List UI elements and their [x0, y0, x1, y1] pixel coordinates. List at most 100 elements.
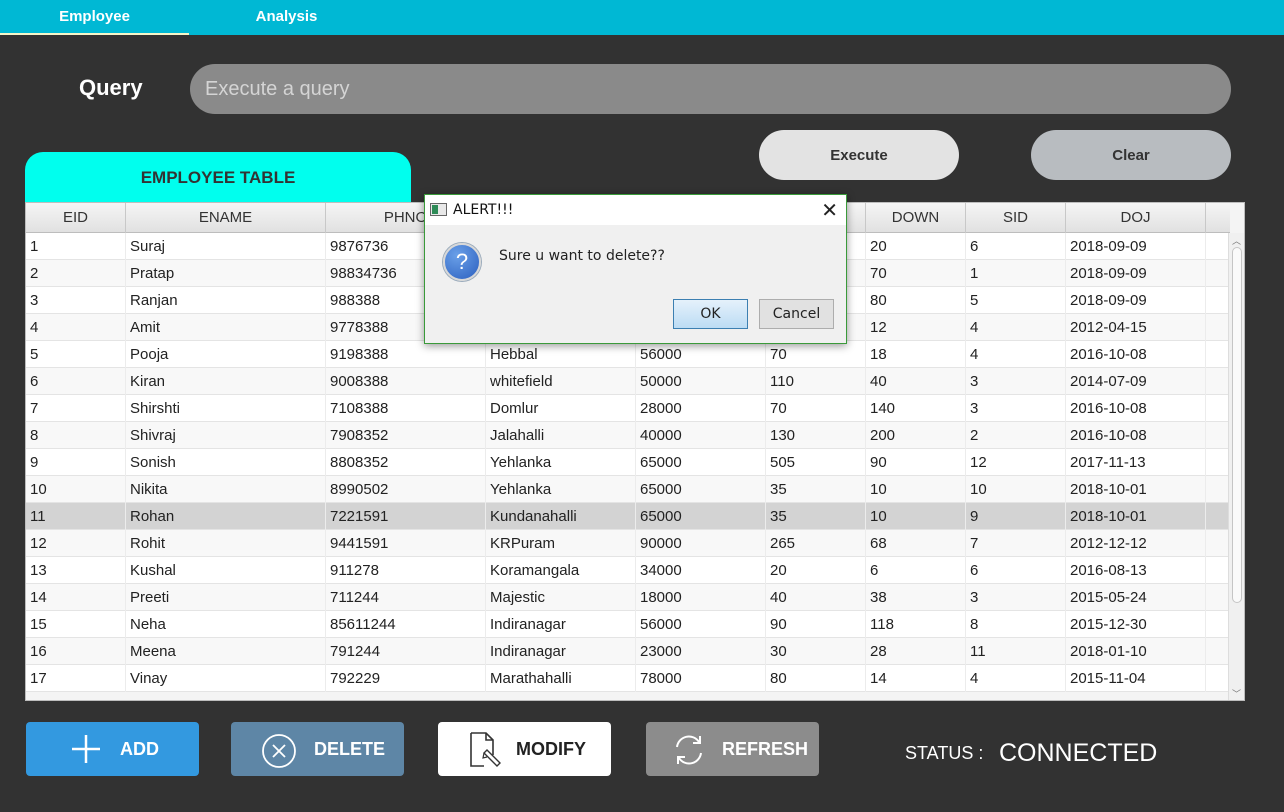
table-cell: Jalahalli [486, 422, 636, 449]
table-cell: Suraj [126, 233, 326, 260]
table-cell: 30 [766, 638, 866, 665]
table-row[interactable]: 8 Shivraj 7908352 Jalahalli 40000 130 200 2 2016… [26, 422, 1230, 449]
table-cell: 265 [766, 530, 866, 557]
table-cell: 28000 [636, 395, 766, 422]
table-cell: 2018-01-10 [1066, 638, 1206, 665]
table-cell: Amit [126, 314, 326, 341]
table-cell: 505 [766, 449, 866, 476]
table-cell: Yehlanka [486, 476, 636, 503]
close-icon[interactable]: ✕ [821, 198, 838, 222]
table-cell: 110 [766, 368, 866, 395]
table-cell: 6 [966, 233, 1066, 260]
table-cell: 4 [26, 314, 126, 341]
table-cell: 10 [966, 476, 1066, 503]
column-header[interactable]: EID [26, 203, 126, 233]
table-cell: 2016-10-08 [1066, 341, 1206, 368]
top-tab-bar: Employee Analysis [0, 0, 1284, 35]
table-cell: Yehlanka [486, 449, 636, 476]
table-row[interactable]: 15 Neha 85611244 Indiranagar 56000 90 118 8 2015… [26, 611, 1230, 638]
table-cell: 2017-11-13 [1066, 449, 1206, 476]
add-button-label: ADD [120, 739, 159, 759]
table-cell: 4 [966, 665, 1066, 692]
table-cell: 2016-10-08 [1066, 422, 1206, 449]
table-row[interactable]: 11 Rohan 7221591 Kundanahalli 65000 35 10 9 2018… [26, 503, 1230, 530]
table-row[interactable]: 16 Meena 791244 Indiranagar 23000 30 28 11 2018-… [26, 638, 1230, 665]
table-cell: 5 [966, 287, 1066, 314]
table-cell: 40 [766, 584, 866, 611]
table-cell: 2016-10-08 [1066, 395, 1206, 422]
table-cell: 2 [26, 260, 126, 287]
table-row[interactable]: 17 Vinay 792229 Marathahalli 78000 80 14 4 2015-… [26, 665, 1230, 692]
query-input[interactable] [190, 64, 1231, 114]
scrollbar-thumb[interactable] [1232, 247, 1242, 603]
table-cell: 40 [866, 368, 966, 395]
table-cell: 2014-07-09 [1066, 368, 1206, 395]
modify-button[interactable]: MODIFY [438, 722, 611, 776]
refresh-button[interactable]: REFRESH [646, 722, 819, 776]
table-cell: 18000 [636, 584, 766, 611]
table-cell: 2016-08-13 [1066, 557, 1206, 584]
table-cell: Sonish [126, 449, 326, 476]
table-cell: Indiranagar [486, 638, 636, 665]
dialog-title: ALERT!!! [453, 202, 514, 218]
table-cell: 10 [866, 503, 966, 530]
table-cell: 70 [766, 395, 866, 422]
ok-button[interactable]: OK [673, 299, 748, 329]
table-cell: Preeti [126, 584, 326, 611]
table-cell: 65000 [636, 503, 766, 530]
table-cell: 50000 [636, 368, 766, 395]
table-row[interactable]: 13 Kushal 911278 Koramangala 34000 20 6 6 2016-0… [26, 557, 1230, 584]
column-header[interactable]: ENAME [126, 203, 326, 233]
table-cell: 38 [866, 584, 966, 611]
execute-button[interactable]: Execute [759, 130, 959, 180]
status-value: CONNECTED [999, 739, 1158, 767]
table-cell: 2015-11-04 [1066, 665, 1206, 692]
table-cell: 9198388 [326, 341, 486, 368]
vertical-scrollbar[interactable]: ︿ ﹀ [1228, 233, 1244, 700]
table-cell: 7108388 [326, 395, 486, 422]
table-cell: 711244 [326, 584, 486, 611]
table-row[interactable]: 12 Rohit 9441591 KRPuram 90000 265 68 7 2012-12-… [26, 530, 1230, 557]
table-cell: 2 [966, 422, 1066, 449]
clear-button[interactable]: Clear [1031, 130, 1231, 180]
table-cell: 10 [26, 476, 126, 503]
refresh-button-label: REFRESH [722, 739, 809, 759]
delete-button[interactable]: DELETE [231, 722, 404, 776]
scroll-up-icon[interactable]: ︿ [1232, 234, 1241, 247]
table-row[interactable]: 6 Kiran 9008388 whitefield 50000 110 40 3 2014-0… [26, 368, 1230, 395]
scroll-down-icon[interactable]: ﹀ [1232, 687, 1241, 700]
plus-icon [70, 733, 102, 770]
table-cell: 13 [26, 557, 126, 584]
table-cell: Kushal [126, 557, 326, 584]
table-cell: Indiranagar [486, 611, 636, 638]
table-row[interactable]: 14 Preeti 711244 Majestic 18000 40 38 3 2015-05-… [26, 584, 1230, 611]
table-cell: 2018-09-09 [1066, 260, 1206, 287]
add-button[interactable]: ADD [26, 722, 199, 776]
table-row[interactable]: 10 Nikita 8990502 Yehlanka 65000 35 10 10 2018-1… [26, 476, 1230, 503]
tab-analysis[interactable]: Analysis [192, 0, 381, 35]
table-cell: 70 [866, 260, 966, 287]
table-row[interactable]: 5 Pooja 9198388 Hebbal 56000 70 18 4 2016-10-08 [26, 341, 1230, 368]
column-header[interactable]: DOJ [1066, 203, 1206, 233]
table-row[interactable]: 9 Sonish 8808352 Yehlanka 65000 505 90 12 2017-1… [26, 449, 1230, 476]
column-header[interactable]: DOWN [866, 203, 966, 233]
column-header[interactable]: SID [966, 203, 1066, 233]
table-cell: 9008388 [326, 368, 486, 395]
table-cell: 2015-12-30 [1066, 611, 1206, 638]
dialog-titlebar[interactable]: ALERT!!! ✕ [425, 195, 846, 225]
cancel-button[interactable]: Cancel [759, 299, 834, 329]
table-cell: 791244 [326, 638, 486, 665]
table-cell: 1 [26, 233, 126, 260]
delete-button-label: DELETE [314, 739, 386, 759]
table-cell: Nikita [126, 476, 326, 503]
table-cell: 8990502 [326, 476, 486, 503]
table-row[interactable]: 7 Shirshti 7108388 Domlur 28000 70 140 3 2016-10… [26, 395, 1230, 422]
table-cell: Pooja [126, 341, 326, 368]
table-cell: 12 [966, 449, 1066, 476]
tab-employee[interactable]: Employee [0, 0, 189, 35]
table-cell: 7908352 [326, 422, 486, 449]
table-cell: Koramangala [486, 557, 636, 584]
table-cell: Rohit [126, 530, 326, 557]
table-cell: 16 [26, 638, 126, 665]
table-cell: Kiran [126, 368, 326, 395]
